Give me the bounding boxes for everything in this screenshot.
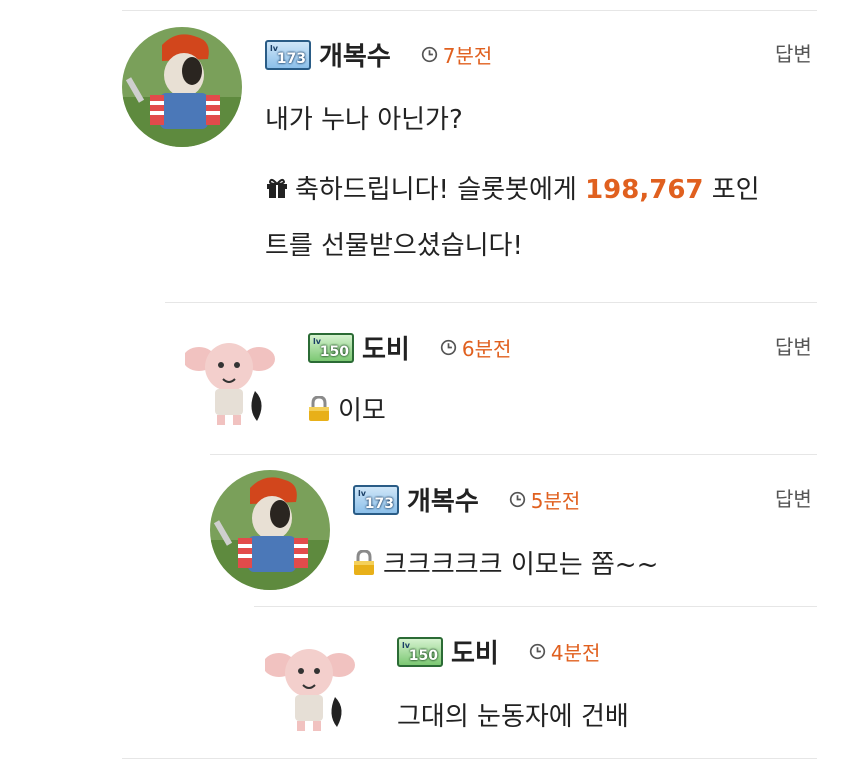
secret-comment-text: 크크크크크 이모는 쫌~~ [383,550,659,580]
lock-icon [354,550,374,575]
gift-line2: 트를 선물받으셨습니다! [265,231,523,261]
timestamp: 7분전 [421,40,493,69]
avatar-elf-image [185,329,275,429]
reply-button[interactable]: 답변 [775,38,812,67]
author-name[interactable]: 도비 [362,329,410,366]
comment-item: lv 150 도비 4분전 그대의 눈동자에 건배 [0,607,850,757]
clock-icon [440,339,456,356]
gift-prefix: 축하드립니다! 슬롯봇에게 [295,175,577,205]
author-name[interactable]: 도비 [451,633,499,670]
lock-icon [309,396,329,421]
author-name[interactable]: 개복수 [319,36,391,73]
level-badge-icon: lv 173 [265,39,311,70]
comment-item: lv 173 개복수 7분전 답변 내가 누나 아닌가? 축하드립니다! 슬롯봇에… [0,0,850,300]
comment-text-secret: 크크크크크 이모는 쫌~~ [353,537,658,593]
avatar[interactable] [122,27,242,147]
time-text: 6분전 [461,337,512,361]
timestamp: 4분전 [529,637,601,666]
comment-header: lv 173 개복수 5분전 [353,481,580,518]
level-badge-icon: lv 150 [308,332,354,363]
level-badge-icon: lv 150 [397,636,443,667]
secret-comment-text: 이모 [338,396,386,426]
gift-points: 198,767 [585,175,704,205]
reply-button[interactable]: 답변 [775,483,812,512]
comment-header: lv 173 개복수 7분전 [265,36,492,73]
time-text: 4분전 [550,641,601,665]
comment-header: lv 150 도비 6분전 [308,329,511,366]
time-text: 5분전 [530,489,581,513]
avatar[interactable] [265,635,355,735]
clock-icon [421,46,437,63]
gift-icon [267,178,287,198]
comment-text: 그대의 눈동자에 건배 [397,702,629,732]
clock-icon [509,491,525,508]
comment-item: lv 173 개복수 5분전 답변 크크크크크 이모는 쫌~~ [0,455,850,605]
timestamp: 5분전 [509,485,581,514]
gift-notice: 축하드립니다! 슬롯봇에게 198,767 포인 트를 선물받으셨습니다! [265,162,810,274]
comment-text-secret: 이모 [308,383,386,439]
comment-text: 내가 누나 아닌가? [265,105,463,135]
gift-suffix: 포인 [711,175,760,205]
divider [122,758,817,759]
reply-button[interactable]: 답변 [775,331,812,360]
timestamp: 6분전 [440,333,512,362]
author-name[interactable]: 개복수 [407,481,479,518]
level-badge-icon: lv 173 [353,484,399,515]
avatar-dog-costume-image [210,470,330,590]
avatar-dog-costume-image [122,27,242,147]
comment-header: lv 150 도비 4분전 [397,633,600,670]
comment-item: lv 150 도비 6분전 답변 이모 [0,303,850,453]
avatar-elf-image [265,635,355,735]
avatar[interactable] [210,470,330,590]
clock-icon [529,643,545,660]
time-text: 7분전 [442,44,493,68]
avatar[interactable] [185,329,275,429]
